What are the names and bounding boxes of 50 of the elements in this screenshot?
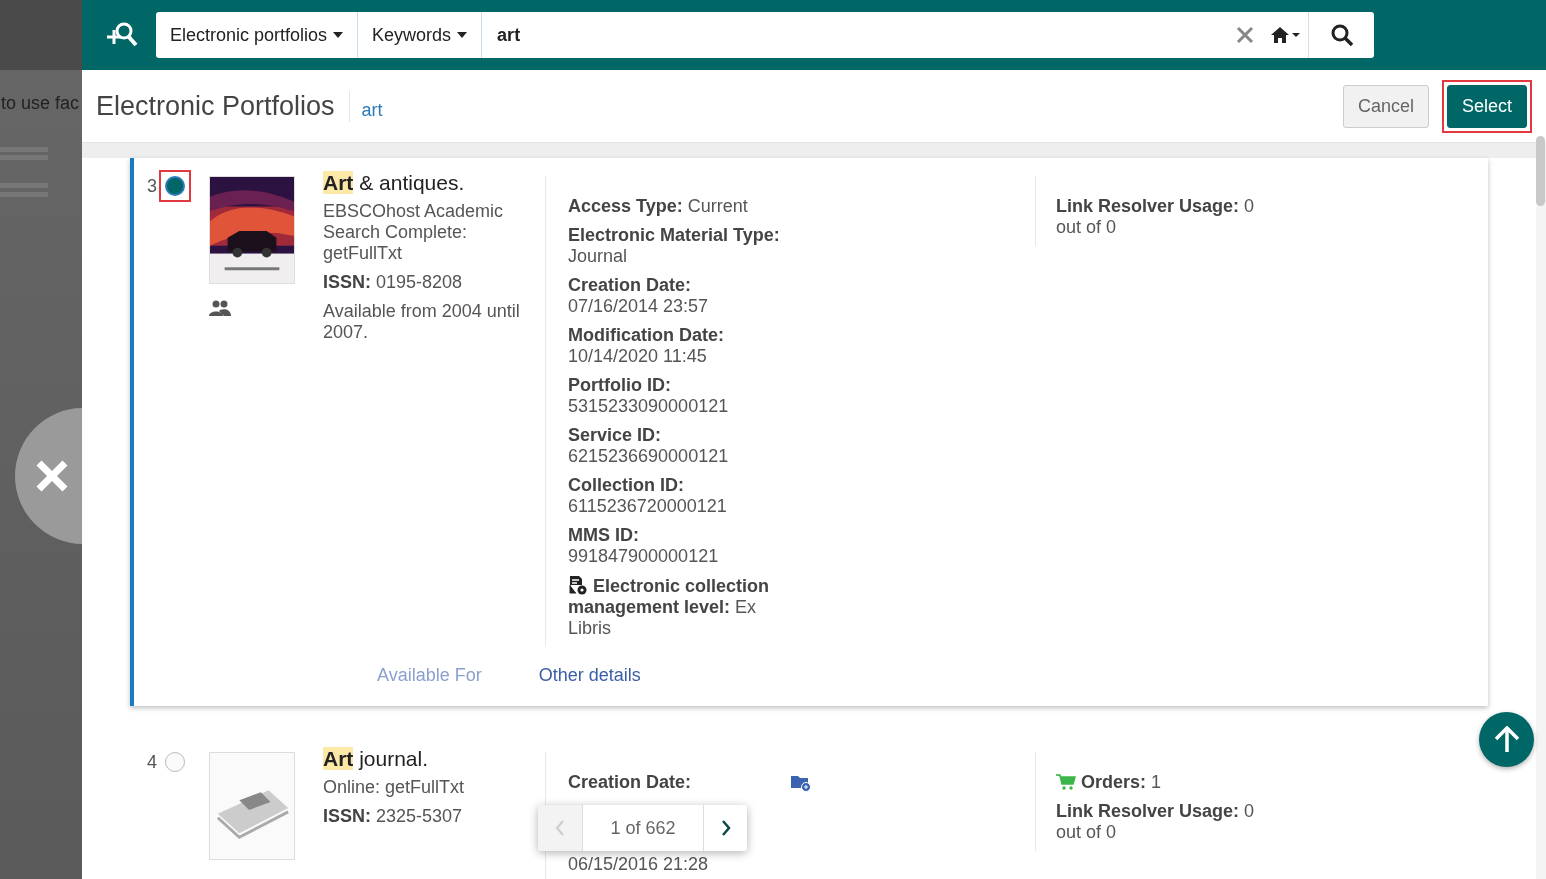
result-title[interactable]: Art journal. [323,748,545,769]
search-icon [1329,23,1354,47]
orders-text: Orders: 1 [1056,772,1265,793]
issn-text: ISSN: 2325-5307 [323,806,464,827]
caret-icon [457,32,468,38]
detail-text: Creation Date: [568,772,693,793]
home-icon [1270,26,1300,44]
search-field[interactable]: art [482,12,1228,58]
usage-text: Link Resolver Usage: 0 out of 0 [1056,196,1256,238]
detail-text: Electronic Material Type: Journal [568,225,781,267]
detail-text: Modification Date: 10/14/2020 11:45 [568,325,725,367]
arrow-up-icon [1493,725,1520,754]
cart-icon [1056,774,1076,790]
source-text: Online: getFullTxt [323,777,466,798]
radio-button[interactable] [165,176,185,196]
detail-text: Portfolio ID: 5315233090000121 [568,375,730,417]
caret-icon [333,32,344,38]
chevron-left-icon [555,819,565,837]
settings-document-icon [568,575,588,595]
result-number: 4 [147,752,157,773]
detail-text: MMS ID: 991847900000121 [568,525,720,567]
scope-dropdown[interactable]: Electronic portfolios [156,12,359,58]
detail-text: 06/15/2016 21:28 [568,854,710,875]
result-number: 3 [147,176,157,197]
management-level-text: Electronic collection management level: Ex Libris [568,575,771,639]
next-button[interactable] [703,805,747,851]
field-dropdown[interactable]: Keywords [358,12,483,58]
usage-text: Link Resolver Usage: 0 out of 0 [1056,801,1256,843]
details-link[interactable]: Other details [538,665,641,686]
chevron-right-icon [720,819,731,837]
search-query-link[interactable]: art [361,99,383,121]
detail-text: Service ID: 6215236690000121 [568,425,730,467]
people-icon [209,300,231,316]
detail-text: Access Type: Current [568,196,749,217]
result-title[interactable]: Art & antiques. [323,172,545,193]
cancel-button[interactable]: Cancel [1342,84,1429,128]
scrollbar-thumb[interactable] [1536,136,1545,206]
detail-text: Creation Date: 07/16/2014 23:57 [568,275,710,317]
panel-title: Electronic Portfolios [96,90,350,122]
radio-button[interactable] [165,752,185,772]
source-text: EBSCOhost Academic Search Complete: getFullTxt [323,201,505,264]
detail-text: Collection ID: 6115236720000121 [568,475,728,517]
folder-add-icon[interactable] [791,774,811,792]
issn-text: ISSN: 0195-8208 [323,272,464,293]
close-icon [35,459,69,493]
clear-icon [1236,26,1254,44]
select-button[interactable]: Select [1446,84,1527,128]
availability-text: Available from 2004 until 2007. [323,301,521,343]
background-text: to use fac [1,93,80,114]
newspaper-icon [209,752,295,860]
